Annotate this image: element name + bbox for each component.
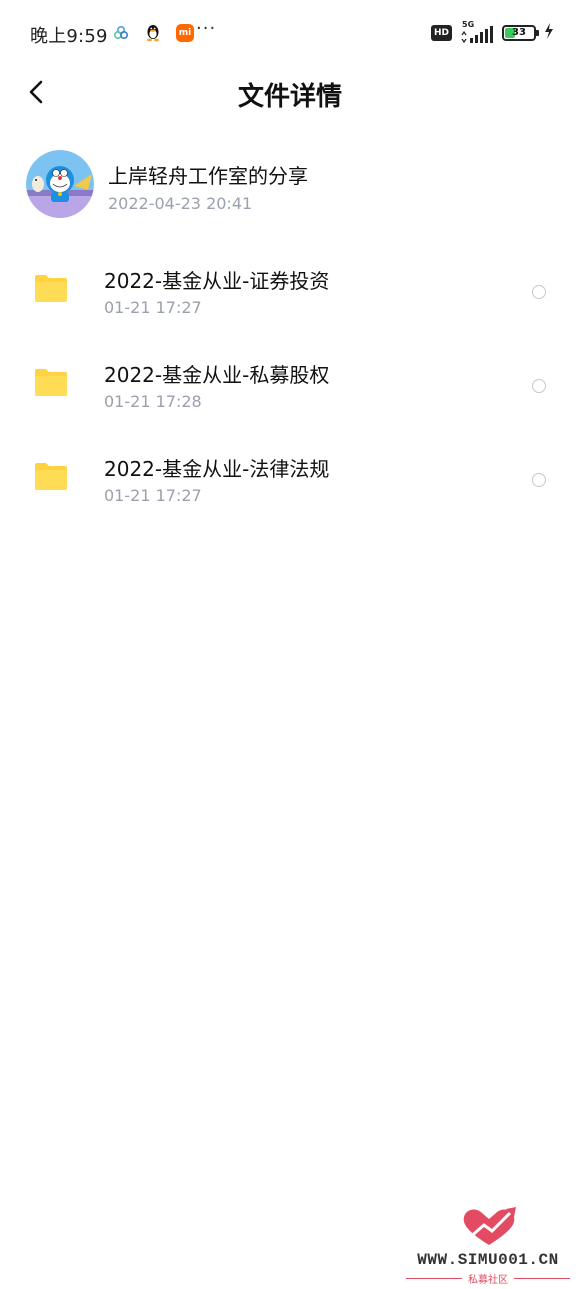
folder-icon (34, 367, 68, 397)
status-bar: 晚上9:59 mi ··· HD 5G 33 (0, 0, 580, 68)
file-list: 2022-基金从业-证券投资 01-21 17:27 2022-基金从业-私募股… (0, 245, 580, 527)
file-name: 2022-基金从业-法律法规 (104, 457, 330, 481)
watermark: WWW.SIMU001.CN 私募社区 (400, 1205, 576, 1286)
qq-penguin-icon (144, 24, 162, 42)
watermark-divider (514, 1278, 570, 1279)
watermark-text: WWW.SIMU001.CN (417, 1251, 559, 1269)
file-name: 2022-基金从业-证券投资 (104, 269, 330, 293)
file-item[interactable]: 2022-基金从业-法律法规 01-21 17:27 (0, 433, 580, 527)
folder-icon (34, 461, 68, 491)
battery-icon: 33 (502, 25, 539, 41)
header: 文件详情 (0, 68, 580, 120)
charging-icon (544, 23, 554, 43)
mi-app-icon: mi (176, 24, 194, 42)
share-time: 2022-04-23 20:41 (108, 194, 253, 213)
more-notifications-icon: ··· (196, 18, 217, 39)
avatar[interactable] (26, 150, 94, 218)
file-time: 01-21 17:27 (104, 486, 202, 505)
status-app-icons: mi (112, 24, 194, 42)
status-time: 晚上9:59 (30, 26, 108, 47)
file-item[interactable]: 2022-基金从业-私募股权 01-21 17:28 (0, 339, 580, 433)
select-radio[interactable] (532, 285, 546, 299)
page-title: 文件详情 (237, 82, 342, 112)
select-radio[interactable] (532, 473, 546, 487)
select-radio[interactable] (532, 379, 546, 393)
status-system-icons: HD 5G 33 (430, 20, 554, 44)
folder-icon (34, 273, 68, 303)
file-time: 01-21 17:27 (104, 298, 202, 317)
share-info: 上岸轻舟工作室的分享 2022-04-23 20:41 (26, 148, 554, 218)
battery-level: 33 (512, 27, 526, 38)
hd-icon: HD (430, 25, 452, 41)
share-title: 上岸轻舟工作室的分享 (108, 164, 308, 188)
watermark-logo-icon (458, 1205, 520, 1253)
file-name: 2022-基金从业-私募股权 (104, 363, 330, 387)
pinwheel-icon (112, 24, 130, 42)
signal-icon: 5G (460, 20, 494, 44)
file-time: 01-21 17:28 (104, 392, 202, 411)
file-item[interactable]: 2022-基金从业-证券投资 01-21 17:27 (0, 245, 580, 339)
